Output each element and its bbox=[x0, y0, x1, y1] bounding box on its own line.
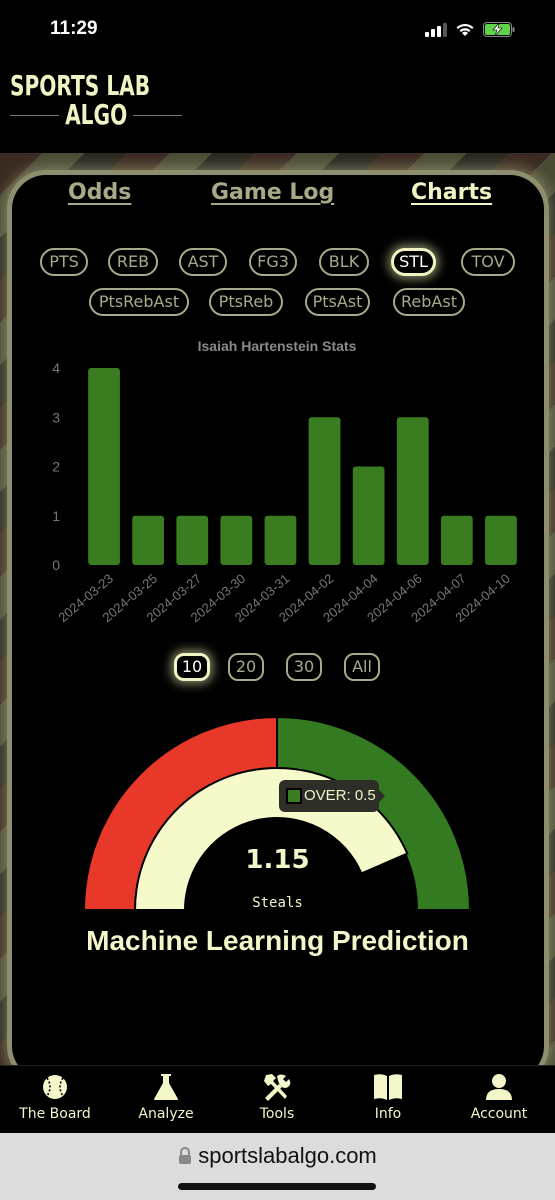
y-axis-ticks: 0 1 2 3 4 bbox=[52, 360, 60, 573]
nav-label: Analyze bbox=[138, 1106, 194, 1122]
stat-pill-ptsrebast[interactable]: PtsRebAst bbox=[89, 288, 189, 316]
status-bar: 11:29 bbox=[0, 0, 555, 60]
stat-pill-pts[interactable]: PTS bbox=[40, 248, 88, 276]
bar-2024-03-30[interactable] bbox=[220, 515, 253, 565]
chart-title: Isaiah Hartenstein Stats bbox=[198, 338, 357, 354]
tooltip-arrow bbox=[379, 790, 385, 802]
logo[interactable]: SPORTS LAB ALGO bbox=[10, 70, 183, 131]
tab-charts[interactable]: Charts bbox=[411, 180, 492, 205]
url-text: sportslabalgo.com bbox=[198, 1143, 377, 1168]
stat-pill-fg3[interactable]: FG3 bbox=[249, 248, 297, 276]
tab-game-log[interactable]: Game Log bbox=[211, 180, 334, 205]
range-pill-30[interactable]: 30 bbox=[286, 653, 322, 681]
url-row[interactable]: sportslabalgo.com bbox=[0, 1143, 555, 1169]
tooltip-text: OVER: 0.5 bbox=[304, 787, 376, 804]
stat-pill-tov[interactable]: TOV bbox=[461, 248, 515, 276]
nav-label: Info bbox=[374, 1106, 402, 1122]
status-time: 11:29 bbox=[50, 18, 98, 39]
tab-odds[interactable]: Odds bbox=[68, 180, 131, 205]
app-header: SPORTS LAB ALGO bbox=[0, 60, 555, 153]
stat-pill-ast[interactable]: AST bbox=[179, 248, 227, 276]
range-pill-10[interactable]: 10 bbox=[174, 653, 210, 681]
stat-pill-rebast[interactable]: RebAst bbox=[393, 288, 465, 316]
home-indicator[interactable] bbox=[178, 1183, 376, 1190]
bar-2024-03-27[interactable] bbox=[176, 515, 209, 565]
stat-pill-reb[interactable]: REB bbox=[108, 248, 158, 276]
bar-2024-04-10[interactable] bbox=[485, 515, 517, 565]
y-tick-label: 2 bbox=[52, 459, 60, 475]
bar-2024-03-23[interactable] bbox=[88, 368, 120, 565]
logo-subtitle-row: ALGO bbox=[10, 98, 183, 131]
battery-charging-icon bbox=[483, 22, 515, 37]
bar-2024-04-04[interactable] bbox=[352, 466, 385, 566]
wifi-icon bbox=[456, 23, 474, 36]
y-tick-label: 0 bbox=[52, 557, 60, 573]
bar-2024-04-02[interactable] bbox=[308, 417, 341, 565]
y-tick-label: 3 bbox=[52, 409, 60, 425]
tooltip-swatch bbox=[286, 788, 302, 804]
bar-2024-04-06[interactable] bbox=[396, 417, 429, 565]
bar-2024-04-07[interactable] bbox=[440, 515, 473, 565]
book-icon bbox=[374, 1074, 402, 1100]
nav-label: Account bbox=[470, 1106, 528, 1122]
status-icons bbox=[425, 22, 515, 37]
nav-label: Tools bbox=[259, 1106, 295, 1122]
stat-pill-blk[interactable]: BLK bbox=[319, 248, 369, 276]
tools-icon bbox=[264, 1074, 291, 1101]
nav-info[interactable]: Info bbox=[333, 1072, 443, 1122]
range-pill-20[interactable]: 20 bbox=[228, 653, 264, 681]
y-tick-label: 1 bbox=[52, 508, 60, 524]
tab-bar: Odds Game Log Charts bbox=[12, 180, 544, 214]
range-pill-all[interactable]: All bbox=[344, 653, 380, 681]
user-icon bbox=[486, 1074, 512, 1100]
ml-prediction-title: Machine Learning Prediction bbox=[86, 925, 469, 956]
stats-bar-chart: Isaiah Hartenstein Stats 0 1 2 3 4 2024-03-2… bbox=[52, 338, 517, 625]
nav-the-board[interactable]: The Board bbox=[0, 1072, 110, 1122]
x-axis-ticks: 2024-03-232024-03-252024-03-272024-03-30… bbox=[55, 571, 512, 625]
nav-tools[interactable]: Tools bbox=[222, 1072, 332, 1122]
divider bbox=[10, 114, 59, 116]
nav-label: The Board bbox=[19, 1106, 91, 1122]
bars bbox=[88, 368, 517, 565]
y-tick-label: 4 bbox=[52, 360, 60, 376]
gauge-tooltip: OVER: 0.5 bbox=[279, 780, 385, 812]
nav-account[interactable]: Account bbox=[444, 1072, 554, 1122]
lock-icon bbox=[179, 1147, 192, 1164]
bottom-nav: The Board Analyze Tools Info Account bbox=[0, 1065, 555, 1133]
bar-2024-03-31[interactable] bbox=[264, 515, 297, 565]
bar-2024-03-25[interactable] bbox=[132, 515, 165, 565]
flask-icon bbox=[154, 1074, 178, 1100]
gauge-value: 1.15 bbox=[245, 845, 310, 875]
stat-pill-stl[interactable]: STL bbox=[391, 248, 436, 276]
baseball-icon bbox=[43, 1075, 67, 1099]
stat-pill-ptsast[interactable]: PtsAst bbox=[305, 288, 370, 316]
logo-subtitle: ALGO bbox=[64, 98, 128, 131]
divider bbox=[133, 114, 183, 116]
nav-analyze[interactable]: Analyze bbox=[111, 1072, 221, 1122]
gauge-unit: Steals bbox=[252, 895, 303, 911]
cellular-signal-icon bbox=[425, 22, 447, 37]
stat-pill-ptsreb[interactable]: PtsReb bbox=[209, 288, 283, 316]
